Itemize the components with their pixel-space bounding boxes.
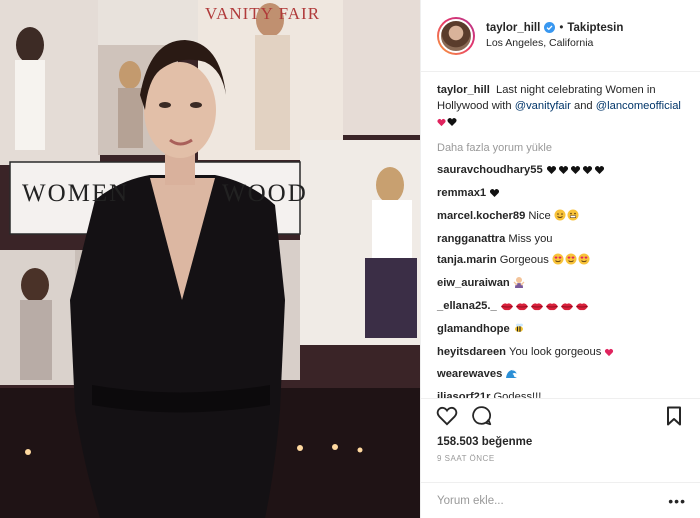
smile-face-icon bbox=[554, 209, 566, 227]
comment-username[interactable]: glamandhope bbox=[437, 323, 510, 335]
lips-icon bbox=[530, 301, 544, 317]
black-heart-icon bbox=[570, 165, 581, 181]
load-more-comments-link[interactable]: Daha fazla yorum yükle bbox=[437, 141, 684, 157]
heart-eyes-face-icon bbox=[552, 253, 564, 271]
comment-row: eiw_auraiwan bbox=[437, 276, 684, 294]
bee-icon bbox=[513, 322, 525, 340]
following-button[interactable]: Takiptesin bbox=[567, 21, 623, 35]
comment-text: You look gorgeous bbox=[509, 345, 602, 358]
profile-avatar-ring[interactable] bbox=[437, 16, 475, 55]
comment-text: Nice bbox=[528, 210, 551, 223]
comment-row: wearewaves bbox=[437, 367, 684, 385]
red-heart-icon bbox=[437, 117, 446, 133]
photo-illustration bbox=[0, 0, 420, 518]
post-timestamp: 9 SAAT ÖNCE bbox=[437, 454, 495, 463]
comment-row: iliasorf21r Godess!!! bbox=[437, 390, 684, 398]
comment-row: heyitsdareen You look gorgeous bbox=[437, 345, 684, 363]
black-heart-icon bbox=[594, 165, 605, 181]
heart-eyes-face-icon bbox=[565, 253, 577, 271]
grin-face-icon bbox=[567, 209, 579, 227]
comments-list: taylor_hill Last night celebrating Women… bbox=[421, 72, 700, 398]
comment-username[interactable]: tanja.marin bbox=[437, 254, 497, 266]
black-heart-icon bbox=[546, 165, 557, 181]
bookmark-icon[interactable] bbox=[662, 404, 686, 428]
verified-badge-icon bbox=[544, 22, 556, 34]
black-heart-icon bbox=[447, 117, 457, 133]
comment-username[interactable]: _ellana25._ bbox=[437, 300, 497, 312]
comment-text: Gorgeous bbox=[499, 253, 549, 266]
comment-row: marcel.kocher89 Nice bbox=[437, 209, 684, 227]
add-comment-bar: ••• bbox=[421, 482, 700, 518]
comment-username[interactable]: sauravchoudhary55 bbox=[437, 164, 543, 176]
comment-row: glamandhope bbox=[437, 322, 684, 340]
location-link[interactable]: Los Angeles, California bbox=[486, 37, 623, 50]
header-username[interactable]: taylor_hill bbox=[486, 21, 540, 35]
lips-icon bbox=[560, 301, 574, 317]
header-separator: • bbox=[559, 21, 564, 34]
comment-text: Godess!!! bbox=[493, 391, 542, 398]
header-user-row: taylor_hill • Takiptesin bbox=[486, 21, 623, 35]
comment-row: _ellana25._ bbox=[437, 299, 684, 317]
woman-gesture-icon bbox=[513, 276, 525, 294]
sign-text-right: WOOD bbox=[222, 180, 308, 207]
comment-text: Miss you bbox=[508, 233, 553, 246]
comment-input[interactable] bbox=[437, 494, 669, 507]
comment-username[interactable]: remmax1 bbox=[437, 187, 486, 199]
lips-icon bbox=[575, 301, 589, 317]
comment-username[interactable]: heyitsdareen bbox=[437, 346, 506, 358]
comment-row: remmax1 bbox=[437, 186, 684, 204]
black-heart-icon bbox=[558, 165, 569, 181]
comment-rows: sauravchoudhary55 remmax1 marcel.kocher89 N… bbox=[437, 163, 684, 398]
caption-mention-lancome[interactable]: @lancomeofficial bbox=[596, 100, 681, 112]
post-photo[interactable]: WOMEN WOOD VANITY FAIR bbox=[0, 0, 420, 518]
red-heart-icon bbox=[604, 347, 614, 363]
post-header: taylor_hill • Takiptesin Los Angeles, Ca… bbox=[421, 0, 700, 72]
like-count[interactable]: 158.503 beğenme bbox=[421, 432, 700, 448]
action-bar bbox=[421, 398, 700, 432]
caption-mention-vanityfair[interactable]: @vanityfair bbox=[515, 100, 571, 112]
comment-row: rangganattra Miss you bbox=[437, 232, 684, 248]
black-heart-icon bbox=[489, 188, 500, 204]
avatar[interactable] bbox=[439, 18, 473, 53]
post-caption: taylor_hill Last night celebrating Women… bbox=[437, 83, 684, 133]
comment-username[interactable]: rangganattra bbox=[437, 233, 505, 245]
heart-outline-icon[interactable] bbox=[435, 404, 459, 428]
comment-row: sauravchoudhary55 bbox=[437, 163, 684, 181]
lips-icon bbox=[545, 301, 559, 317]
lips-icon bbox=[500, 301, 514, 317]
comment-username[interactable]: wearewaves bbox=[437, 368, 502, 380]
magazine-logo: VANITY FAIR bbox=[205, 4, 321, 23]
more-options-icon[interactable]: ••• bbox=[668, 493, 686, 509]
wave-icon bbox=[505, 368, 518, 385]
caption-username[interactable]: taylor_hill bbox=[437, 84, 490, 96]
header-user-block: taylor_hill • Takiptesin Los Angeles, Ca… bbox=[486, 21, 623, 51]
comment-username[interactable]: eiw_auraiwan bbox=[437, 277, 510, 289]
sign-text-left: WOMEN bbox=[22, 180, 130, 207]
comment-row: tanja.marin Gorgeous bbox=[437, 253, 684, 271]
speech-bubble-icon[interactable] bbox=[469, 404, 493, 428]
comment-username[interactable]: iliasorf21r bbox=[437, 391, 490, 398]
comment-username[interactable]: marcel.kocher89 bbox=[437, 210, 525, 222]
heart-eyes-face-icon bbox=[578, 253, 590, 271]
instagram-post: WOMEN WOOD VANITY FAIR taylor_hill • Tak… bbox=[0, 0, 700, 518]
caption-text-and: and bbox=[573, 99, 593, 112]
lips-icon bbox=[515, 301, 529, 317]
black-heart-icon bbox=[582, 165, 593, 181]
post-side-panel: taylor_hill • Takiptesin Los Angeles, Ca… bbox=[420, 0, 700, 518]
